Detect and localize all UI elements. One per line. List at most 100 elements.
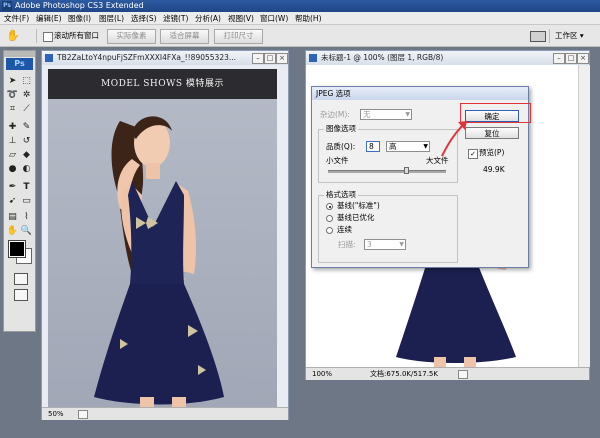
- menu-window[interactable]: 窗口(W): [260, 12, 288, 25]
- document-statusbar: 100% 文档:675.0K/517.5K: [306, 367, 589, 380]
- toolbox-header[interactable]: [4, 51, 35, 57]
- format-baseline-optimized-radio[interactable]: [326, 215, 333, 222]
- history-brush-tool-icon[interactable]: ↺: [20, 135, 33, 148]
- menu-filter[interactable]: 滤镜(T): [163, 12, 188, 25]
- scans-select[interactable]: 3 ▼: [364, 239, 406, 250]
- minimize-icon[interactable]: –: [252, 53, 264, 64]
- eyedropper-tool-icon[interactable]: ⌇: [20, 211, 33, 224]
- close-icon[interactable]: ×: [276, 53, 288, 64]
- shape-tool-icon[interactable]: ▭: [20, 195, 33, 208]
- document-window-model: TB2ZaLtoY4npuFjSZFmXXXI4FXa_!!89055323..…: [41, 50, 289, 420]
- options-bar: ✋ 滚动所有窗口 实际像素 适合屏幕 打印尺寸 工作区 ▾: [0, 25, 600, 47]
- document-icon: [45, 54, 53, 62]
- zoom-level[interactable]: 100%: [312, 368, 332, 380]
- scroll-all-windows-checkbox[interactable]: [43, 32, 53, 42]
- menu-select[interactable]: 选择(S): [131, 12, 157, 25]
- menu-view[interactable]: 视图(V): [228, 12, 254, 25]
- gradient-tool-icon[interactable]: ◆: [20, 149, 33, 162]
- lasso-tool-icon[interactable]: ➰: [6, 89, 19, 102]
- magic-wand-tool-icon[interactable]: ✲: [20, 89, 33, 102]
- document-title: TB2ZaLtoY4npuFjSZFmXXXI4FXa_!!89055323..…: [57, 53, 237, 62]
- model-shows-header: MODEL SHOWS 模特展示: [48, 69, 277, 99]
- options-separator-2: [549, 29, 550, 43]
- menu-file[interactable]: 文件(F): [4, 12, 29, 25]
- matte-select[interactable]: 无 ▼: [360, 109, 412, 120]
- status-arrow-icon[interactable]: [78, 410, 88, 419]
- workspace-button[interactable]: 工作区 ▾: [555, 29, 595, 42]
- image-options-title: 图像选项: [324, 124, 358, 134]
- document-titlebar[interactable]: 未标题-1 @ 100% (图层 1, RGB/8) – □ ×: [306, 51, 589, 65]
- title-bar: Ps Adobe Photoshop CS3 Extended: [0, 0, 600, 12]
- photoshop-logo-icon: Ps: [2, 1, 12, 11]
- document-icon: [309, 54, 317, 62]
- healing-brush-tool-icon[interactable]: ✚: [6, 121, 19, 134]
- format-options-title: 格式选项: [324, 190, 358, 200]
- slice-tool-icon[interactable]: ⟋: [20, 103, 33, 116]
- toolbox: Ps ➤ ⬚ ➰ ✲ ⌗ ⟋ ✚ ✎ ⊥ ↺ ▱ ◆ ● ◐ ✒ T ➹ ▭ ▤…: [3, 50, 36, 332]
- menu-analysis[interactable]: 分析(A): [195, 12, 221, 25]
- document-title: 未标题-1 @ 100% (图层 1, RGB/8): [321, 53, 444, 62]
- quick-mask-icon[interactable]: [14, 273, 28, 285]
- zoom-level[interactable]: 50%: [48, 408, 64, 420]
- menu-help[interactable]: 帮助(H): [295, 12, 322, 25]
- maximize-icon[interactable]: □: [565, 53, 577, 64]
- document-canvas[interactable]: MODEL SHOWS 模特展示: [48, 69, 277, 407]
- dialog-title[interactable]: JPEG 选项: [312, 87, 528, 100]
- actual-pixels-button[interactable]: 实际像素: [107, 29, 156, 44]
- brush-tool-icon[interactable]: ✎: [20, 121, 33, 134]
- model-photo: [48, 99, 277, 407]
- menu-image[interactable]: 图像(I): [68, 12, 91, 25]
- close-icon[interactable]: ×: [577, 53, 589, 64]
- annotation-arrow-icon: [441, 121, 467, 157]
- crop-tool-icon[interactable]: ⌗: [6, 103, 19, 116]
- toolbox-ps-logo: Ps: [6, 58, 33, 70]
- menu-layer[interactable]: 图层(L): [99, 12, 124, 25]
- reset-button[interactable]: 复位: [465, 127, 519, 139]
- options-separator: [36, 29, 37, 43]
- notes-tool-icon[interactable]: ▤: [6, 211, 19, 224]
- model-illustration: [94, 116, 224, 407]
- dodge-tool-icon[interactable]: ◐: [20, 163, 33, 176]
- small-file-label: 小文件: [326, 156, 349, 165]
- preview-label: 预览(P): [479, 148, 505, 157]
- blur-tool-icon[interactable]: ●: [6, 163, 19, 176]
- chevron-down-icon: ▼: [405, 111, 410, 118]
- format-progressive-radio[interactable]: [326, 227, 333, 234]
- chevron-down-icon: ▼: [399, 241, 404, 248]
- minimize-icon[interactable]: –: [553, 53, 565, 64]
- move-tool-icon[interactable]: ➤: [6, 75, 19, 88]
- maximize-icon[interactable]: □: [264, 53, 276, 64]
- quality-input[interactable]: 8: [366, 141, 380, 152]
- screen-mode-icon[interactable]: [14, 289, 28, 301]
- path-selection-tool-icon[interactable]: ➹: [6, 195, 19, 208]
- quality-value: 8: [369, 142, 374, 151]
- hand-tool-icon-small[interactable]: ✋: [6, 225, 19, 238]
- vertical-scrollbar[interactable]: [578, 65, 590, 367]
- type-tool-icon[interactable]: T: [20, 181, 33, 194]
- format-baseline-optimized-label: 基线已优化: [337, 213, 375, 222]
- menu-edit[interactable]: 编辑(E): [36, 12, 62, 25]
- file-size-readout: 49.9K: [483, 165, 505, 174]
- quality-slider-thumb[interactable]: [404, 167, 410, 174]
- fit-screen-button[interactable]: 适合屏幕: [160, 29, 209, 44]
- scroll-all-windows-label: 滚动所有窗口: [54, 31, 99, 40]
- zoom-tool-icon[interactable]: 🔍: [20, 225, 33, 238]
- status-arrow-icon[interactable]: [458, 370, 468, 379]
- eraser-tool-icon[interactable]: ▱: [6, 149, 19, 162]
- document-titlebar[interactable]: TB2ZaLtoY4npuFjSZFmXXXI4FXa_!!89055323..…: [42, 51, 288, 65]
- quality-level-value: 高: [389, 142, 397, 151]
- print-size-button[interactable]: 打印尺寸: [214, 29, 263, 44]
- format-baseline-standard-radio[interactable]: [326, 203, 333, 210]
- bridge-icon[interactable]: [530, 31, 546, 42]
- chevron-down-icon: ▼: [423, 143, 428, 150]
- document-size: 文档:675.0K/517.5K: [370, 370, 438, 378]
- quality-level-select[interactable]: 高 ▼: [386, 141, 430, 152]
- matte-value: 无: [363, 110, 371, 119]
- window-title: Adobe Photoshop CS3 Extended: [15, 1, 144, 10]
- foreground-color-swatch[interactable]: [8, 240, 26, 258]
- pen-tool-icon[interactable]: ✒: [6, 181, 19, 194]
- clone-stamp-tool-icon[interactable]: ⊥: [6, 135, 19, 148]
- hand-tool-icon[interactable]: ✋: [6, 29, 20, 42]
- quality-slider-track[interactable]: [328, 170, 446, 173]
- marquee-tool-icon[interactable]: ⬚: [20, 75, 33, 88]
